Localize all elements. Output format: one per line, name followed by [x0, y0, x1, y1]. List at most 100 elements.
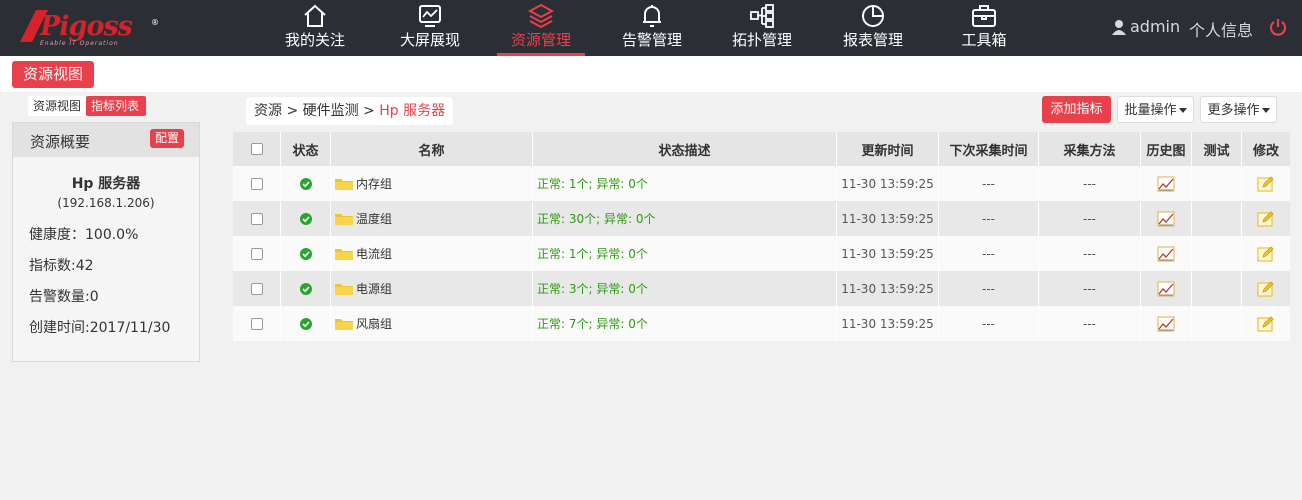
row-status-cell	[281, 271, 331, 306]
history-chart-icon[interactable]	[1157, 211, 1175, 227]
breadcrumb-separator: >	[286, 103, 299, 119]
pigoss-logo[interactable]: Pigoss Enable IT Operation ®	[18, 8, 159, 47]
nav-label: 报表管理	[842, 31, 903, 49]
edit-icon[interactable]	[1257, 280, 1275, 297]
edit-icon[interactable]	[1257, 245, 1275, 262]
logo-registered-mark: ®	[151, 18, 159, 27]
history-chart-icon[interactable]	[1157, 176, 1175, 192]
row-history-cell	[1141, 306, 1192, 341]
row-select-cell	[233, 166, 281, 201]
row-method: ---	[1039, 166, 1141, 201]
panel-title: 资源概要	[30, 133, 91, 151]
breadcrumb-current: Hp 服务器	[379, 103, 446, 119]
row-status-cell	[281, 201, 331, 236]
row-name-cell: 温度组	[331, 201, 533, 236]
row-status-desc: 正常: 30个; 异常: 0个	[533, 201, 837, 236]
row-update-time: 11-30 13:59:25	[837, 306, 939, 341]
topology-icon	[750, 4, 774, 28]
nav-label: 大屏展现	[399, 31, 460, 49]
nav-label: 资源管理	[510, 31, 571, 49]
row-history-cell	[1141, 166, 1192, 201]
row-test-cell	[1192, 271, 1242, 306]
add-metric-button[interactable]: 添加指标	[1042, 96, 1111, 123]
row-name[interactable]: 电流组	[356, 245, 392, 262]
header-edit: 修改	[1252, 143, 1279, 159]
nav-item-alarm-management[interactable]: 告警管理	[597, 0, 707, 56]
breadcrumb-item[interactable]: 硬件监测	[303, 103, 359, 119]
nav-item-report-management[interactable]: 报表管理	[818, 0, 928, 56]
panel-header: 资源概要 配置	[13, 123, 199, 157]
nav-item-topology-management[interactable]: 拓扑管理	[707, 0, 817, 56]
row-checkbox[interactable]	[250, 177, 263, 190]
nav-item-my-focus[interactable]: 我的关注	[260, 0, 370, 56]
bell-icon	[643, 5, 661, 27]
tab-metric-list[interactable]: 指标列表	[86, 96, 146, 116]
row-name[interactable]: 电源组	[356, 280, 392, 297]
row-next-collect: ---	[939, 166, 1039, 201]
power-icon[interactable]	[1268, 17, 1288, 37]
nav-item-toolbox[interactable]: 工具箱	[929, 0, 1039, 56]
select-all-checkbox[interactable]	[250, 143, 263, 155]
header-status-desc: 状态描述	[533, 132, 837, 166]
table-row: 内存组 正常: 1个; 异常: 0个 11-30 13:59:25 --- --…	[233, 166, 1290, 201]
row-status-cell	[281, 236, 331, 271]
row-test-cell	[1192, 201, 1242, 236]
status-ok-icon	[299, 317, 312, 330]
header-history: 历史图	[1141, 132, 1192, 166]
nav-label: 工具箱	[961, 31, 1007, 49]
history-chart-icon[interactable]	[1157, 281, 1175, 297]
history-chart-icon[interactable]	[1157, 246, 1175, 262]
user-icon	[1112, 20, 1126, 35]
metric-count: 指标数:42	[29, 258, 94, 274]
row-edit-cell	[1242, 166, 1290, 201]
row-edit-cell	[1242, 271, 1290, 306]
health-value: 健康度：100.0%	[29, 227, 139, 243]
edit-icon[interactable]	[1257, 175, 1275, 192]
row-update-time: 11-30 13:59:25	[837, 271, 939, 306]
row-name[interactable]: 风扇组	[356, 315, 392, 332]
edit-icon[interactable]	[1257, 315, 1275, 332]
nav-item-resource-management[interactable]: 资源管理	[486, 0, 596, 56]
row-checkbox[interactable]	[250, 212, 263, 225]
row-name-cell: 内存组	[331, 166, 533, 201]
folder-icon	[335, 319, 353, 330]
row-select-cell	[233, 201, 281, 236]
folder-icon	[335, 284, 353, 295]
row-name[interactable]: 内存组	[356, 175, 392, 192]
username-link[interactable]: admin	[1130, 17, 1180, 36]
table-row: 温度组 正常: 30个; 异常: 0个 11-30 13:59:25 --- -…	[233, 201, 1290, 236]
header-select-all	[233, 132, 281, 166]
row-name[interactable]: 温度组	[356, 210, 392, 227]
status-ok-icon	[299, 282, 312, 295]
tab-resource-view[interactable]: 资源视图	[28, 96, 86, 116]
batch-operations-dropdown[interactable]: 批量操作	[1117, 96, 1194, 123]
row-update-time: 11-30 13:59:25	[837, 201, 939, 236]
table-row: 电源组 正常: 3个; 异常: 0个 11-30 13:59:25 --- --…	[233, 271, 1290, 306]
more-operations-dropdown[interactable]: 更多操作	[1200, 96, 1277, 123]
profile-link[interactable]: 个人信息	[1189, 17, 1253, 41]
row-checkbox[interactable]	[250, 317, 263, 330]
caret-down-icon	[1261, 108, 1270, 113]
edit-icon[interactable]	[1257, 210, 1275, 227]
nav-item-big-screen[interactable]: 大屏展现	[375, 0, 485, 56]
resource-view-button[interactable]: 资源视图	[12, 61, 94, 88]
table-header-row: 状态 名称 状态描述 更新时间 下次采集时间 采集方法 历史图 测试 修改	[233, 132, 1290, 166]
row-checkbox[interactable]	[250, 282, 263, 295]
sub-toolbar	[0, 56, 1302, 92]
row-method: ---	[1039, 201, 1141, 236]
logo-text: Pigoss	[40, 11, 133, 42]
config-button[interactable]: 配置	[150, 129, 184, 148]
created-time: 创建时间:2017/11/30	[29, 320, 171, 336]
row-select-cell	[233, 236, 281, 271]
row-checkbox[interactable]	[250, 247, 263, 260]
resource-name: Hp 服务器	[71, 176, 141, 192]
home-icon	[304, 4, 326, 27]
status-ok-icon	[299, 212, 312, 225]
status-ok-icon	[299, 247, 312, 260]
row-next-collect: ---	[939, 306, 1039, 341]
history-chart-icon[interactable]	[1157, 316, 1175, 332]
breadcrumb-item[interactable]: 资源	[254, 103, 282, 119]
row-update-time: 11-30 13:59:25	[837, 236, 939, 271]
row-test-cell	[1192, 166, 1242, 201]
toolbox-icon	[972, 5, 996, 27]
